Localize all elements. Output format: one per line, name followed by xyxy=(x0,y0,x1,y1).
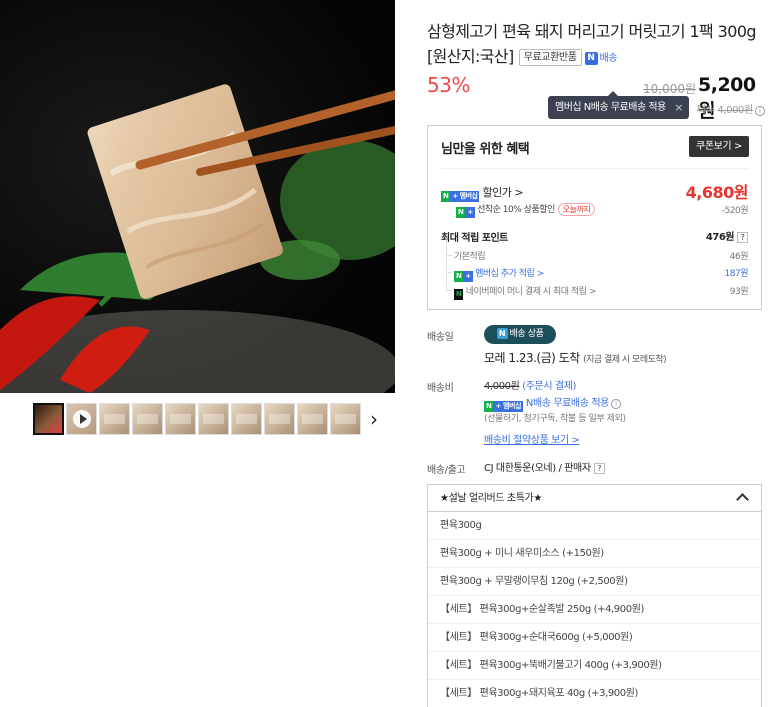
chevron-right-icon[interactable]: › xyxy=(366,409,382,429)
npay-points-link[interactable]: N 네이버페이 머니 결제 시 최대 적립 > xyxy=(446,274,597,300)
thumbnail-3[interactable] xyxy=(99,403,130,435)
points-total: 476원? xyxy=(706,228,748,243)
thumbnail-10[interactable] xyxy=(330,403,361,435)
tooltip-text: 멤버십 N배송 무료배송 적용 xyxy=(555,102,666,113)
membership-points-label: 멤버십 추가 적립 > xyxy=(475,269,544,279)
option-item[interactable]: 【세트】 편육300g+돼지육포 40g (+3,900원) xyxy=(428,680,761,707)
option-item[interactable]: 【세트】 편육300g+순살족발 250g (+4,900원) xyxy=(428,596,761,624)
option-select[interactable]: ★설날 얼리버드 초특가★ 편육300g 편육300g + 미니 새우미소스 (… xyxy=(427,484,762,707)
benefit-box: 님만을 위한 혜택 쿠폰보기 > N + 멤버십 할인가 > 4,680원 N + … xyxy=(427,125,762,310)
product-main-image[interactable] xyxy=(0,0,395,393)
thumbnail-1[interactable] xyxy=(33,403,64,435)
carrier-text: CJ 대한통운(오네) / 판매자 xyxy=(484,463,591,474)
first-come-discount: N + 선착순 10% 상품할인 오늘까지 xyxy=(456,202,596,218)
thumbnail-strip xyxy=(33,403,361,437)
benefit-title: 님만을 위한 혜택 xyxy=(441,142,530,157)
delivery-date-label: 배송일 xyxy=(427,332,454,343)
option-item[interactable]: 【세트】 편육300g+뚝배기불고기 400g (+3,900원) xyxy=(428,652,761,680)
arrival-date: 모레 1.23.(금) 도착 (지금 결제 시 모레도착) xyxy=(484,349,667,366)
original-price: 10,000원 xyxy=(643,82,697,96)
shipping-fee: 4,000원 (주문시 결제) xyxy=(484,377,576,392)
discount-label: 할인가 > xyxy=(482,186,524,199)
shipping-fee-mini: 택배 4,000원 i xyxy=(697,101,765,116)
thumbnail-8[interactable] xyxy=(264,403,295,435)
shipping-fee-label: 배송비 xyxy=(427,383,454,394)
option-select-header[interactable]: ★설날 얼리버드 초특가★ xyxy=(428,485,761,512)
option-select-title: ★설날 얼리버드 초특가★ xyxy=(440,493,542,504)
pork-slice-photo xyxy=(0,84,395,393)
n-delivery-badge-label: 배송 xyxy=(599,53,618,64)
thumbnail-video[interactable] xyxy=(66,403,97,435)
help-icon[interactable]: ? xyxy=(593,463,605,474)
n-delivery-pill: N 배송 상품 xyxy=(484,325,556,344)
coupon-button[interactable]: 쿠폰보기 > xyxy=(689,136,749,157)
option-item[interactable]: 편육300g + 미니 새우미소스 (+150원) xyxy=(428,540,761,568)
chevron-up-icon xyxy=(736,493,749,506)
info-icon[interactable]: i xyxy=(610,399,621,409)
basic-points-label: 기본적립 xyxy=(445,239,486,262)
npay-icon: N xyxy=(454,289,464,300)
first-come-amount: -520원 xyxy=(721,206,749,216)
first-come-label: 선착순 10% 상품할인 xyxy=(477,205,555,215)
nplus-membership-icon: N + 멤버십 xyxy=(441,191,480,202)
ship-mini-price: 4,000원 xyxy=(717,105,753,116)
divider xyxy=(441,168,748,169)
shipping-exclusions: (선물하기, 정기구독, 착불 등 일부 제외) xyxy=(484,414,626,424)
shipping-save-link[interactable]: 배송비 절약상품 보기 > xyxy=(484,431,580,446)
nplus-icon: N + xyxy=(456,207,475,218)
points-total-value: 476원 xyxy=(705,232,735,243)
option-item[interactable]: 편육300g xyxy=(428,512,761,540)
n-logo-icon: N xyxy=(584,52,598,65)
member-free-shipping: N + 멤버십 N배송 무료배송 적용 i xyxy=(484,394,621,412)
option-item[interactable]: 편육300g + 무말랭이무침 120g (+2,500원) xyxy=(428,568,761,596)
member-free-text: N배송 무료배송 적용 xyxy=(525,398,609,409)
shipping-fee-original: 4,000원 xyxy=(484,381,520,392)
info-icon[interactable]: i xyxy=(754,106,765,116)
thumbnail-5[interactable] xyxy=(165,403,196,435)
npay-points-amount: 93원 xyxy=(729,287,749,297)
n-delivery-pill-label: 배송 상품 xyxy=(509,329,544,339)
discount-rate: 53% xyxy=(427,73,470,97)
thumbnail-9[interactable] xyxy=(297,403,328,435)
membership-points-amount: 187원 xyxy=(724,269,749,279)
option-item[interactable]: 【세트】 편육300g+순대국600g (+5,000원) xyxy=(428,624,761,652)
arrival-text: 모레 1.23.(금) 도착 xyxy=(484,351,580,365)
npay-points-label: 네이버페이 머니 결제 시 최대 적립 > xyxy=(465,287,597,297)
n-delivery-badge: N 배송 xyxy=(584,46,618,71)
thumbnail-6[interactable] xyxy=(198,403,229,435)
help-icon[interactable]: ? xyxy=(737,232,748,243)
n-logo-icon: N xyxy=(496,328,508,339)
carrier-label: 배송/출고 xyxy=(427,465,466,476)
play-icon xyxy=(73,410,91,428)
close-icon[interactable]: × xyxy=(674,96,683,119)
carrier: CJ 대한통운(오네) / 판매자? xyxy=(484,459,605,474)
today-only-badge: 오늘까지 xyxy=(557,203,596,216)
ship-mini-label: 택배 xyxy=(697,105,715,116)
thumbnail-7[interactable] xyxy=(231,403,262,435)
nplus-icon: N + xyxy=(454,271,473,282)
arrival-note: (지금 결제 시 모레도착) xyxy=(583,355,667,365)
membership-points-link[interactable]: N + 멤버십 추가 적립 > xyxy=(446,256,544,282)
membership-tooltip: 멤버십 N배송 무료배송 적용 × xyxy=(548,91,689,119)
product-title: 삼형제고기 편육 돼지 머리고기 머릿고기 1팩 300g [원산지:국산] 무료… xyxy=(427,19,763,71)
discount-price: 4,680원 xyxy=(685,183,749,202)
basic-points-amount: 46원 xyxy=(729,252,749,262)
shipping-fee-note: (주문시 결제) xyxy=(522,381,577,392)
thumbnail-4[interactable] xyxy=(132,403,163,435)
member-discount-link[interactable]: N + 멤버십 할인가 > xyxy=(441,184,524,202)
free-exchange-badge: 무료교환반품 xyxy=(518,49,582,66)
